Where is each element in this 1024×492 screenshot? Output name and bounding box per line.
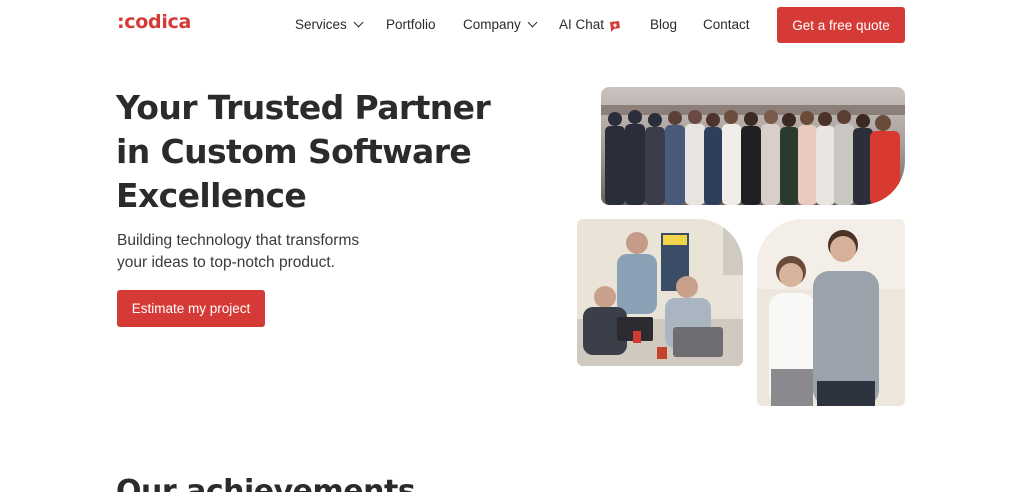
ai-chat-badge-icon [608, 19, 622, 33]
hero-title-line: Excellence [116, 176, 307, 215]
nav-item-label: Company [463, 17, 521, 32]
nav-item-label: Services [295, 17, 347, 32]
hero-title: Your Trusted Partner in Custom Software … [116, 86, 536, 218]
hero-title-line: Your Trusted Partner [116, 88, 491, 127]
top-navigation: :codica Services Portfolio Company AI Ch… [0, 0, 1024, 50]
team-group-photo [601, 87, 905, 205]
chevron-down-icon [353, 17, 364, 28]
codica-logo[interactable]: :codica [117, 11, 191, 33]
nav-item-services[interactable]: Services [295, 17, 364, 32]
founders-portrait-photo [757, 219, 905, 406]
nav-item-company[interactable]: Company [463, 17, 538, 32]
get-free-quote-button[interactable]: Get a free quote [777, 7, 905, 43]
nav-item-label: Blog [650, 17, 678, 32]
nav-item-ai-chat[interactable]: AI Chat [559, 17, 622, 32]
nav-item-label: Portfolio [386, 17, 436, 32]
hero-subtitle-line: Building technology that transforms [117, 232, 360, 249]
achievements-section-title: Our achievements [116, 474, 416, 492]
nav-item-contact[interactable]: Contact [703, 17, 750, 32]
hero-title-line: in Custom Software [116, 132, 472, 171]
nav-item-portfolio[interactable]: Portfolio [386, 17, 436, 32]
developers-at-desk-photo [577, 219, 743, 366]
nav-item-label: Contact [703, 17, 750, 32]
hero-subtitle: Building technology that transforms your… [117, 230, 417, 274]
estimate-project-button[interactable]: Estimate my project [117, 290, 265, 327]
hero-subtitle-line: your ideas to top-notch product. [117, 254, 335, 271]
nav-item-label: AI Chat [559, 17, 605, 32]
chevron-down-icon [527, 17, 538, 28]
nav-item-blog[interactable]: Blog [650, 17, 677, 32]
